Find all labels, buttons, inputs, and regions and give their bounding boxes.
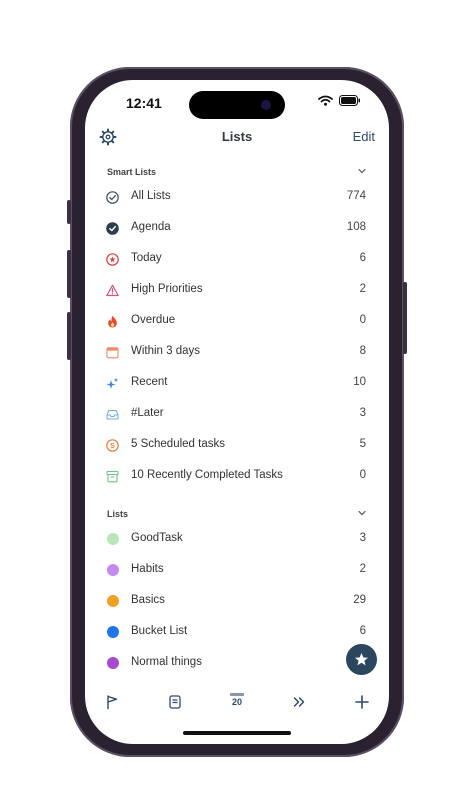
flame-icon	[108, 315, 117, 328]
checkmark-circle-outline-icon	[106, 191, 119, 204]
list-label: 10 Recently Completed Tasks	[131, 469, 283, 481]
list-label: Today	[131, 252, 162, 264]
list-color-dot	[107, 595, 119, 607]
list-item-basics[interactable]: Basics 29	[85, 586, 389, 617]
list-label: Bucket List	[131, 625, 188, 637]
list-color-dot	[107, 564, 119, 576]
action-button	[67, 200, 71, 224]
list-count: 10	[353, 376, 366, 388]
smart-list-overdue[interactable]: Overdue 0	[85, 306, 389, 337]
warning-triangle-icon	[106, 284, 119, 297]
list-color-dot	[107, 533, 119, 545]
list-label: Habits	[131, 563, 164, 575]
calendar-icon	[106, 347, 119, 359]
smart-list-agenda[interactable]: Agenda 108	[85, 213, 389, 244]
list-count: 108	[346, 221, 366, 233]
list-item-goodtask[interactable]: GoodTask 3	[85, 524, 389, 555]
scheduled-circle-icon: S	[106, 439, 119, 452]
list-label: #Later	[131, 407, 164, 419]
list-label: Within 3 days	[131, 345, 201, 357]
plus-icon[interactable]	[354, 694, 370, 710]
smart-list-high-priorities[interactable]: High Priorities 2	[85, 275, 389, 306]
list-count: 3	[359, 407, 366, 419]
star-icon	[355, 653, 368, 666]
list-count: 8	[359, 345, 366, 357]
list-count: 3	[359, 532, 366, 544]
list-label: Basics	[131, 594, 165, 606]
dynamic-island	[189, 91, 285, 119]
list-label: Agenda	[131, 221, 171, 233]
edit-button[interactable]: Edit	[353, 129, 375, 144]
list-count: 6	[359, 625, 366, 637]
list-count: 5	[359, 438, 366, 450]
list-count: 774	[346, 190, 366, 202]
navigation-bar: Lists Edit	[85, 126, 389, 150]
list-label: Overdue	[131, 314, 176, 326]
list-label: 5 Scheduled tasks	[131, 438, 225, 450]
calendar-day-tab[interactable]: 20	[229, 693, 245, 710]
list-item-bucket-list[interactable]: Bucket List 6	[85, 617, 389, 648]
list-count: 0	[359, 314, 366, 326]
note-icon[interactable]	[167, 694, 183, 710]
sparkles-icon	[106, 377, 119, 389]
smart-list-later[interactable]: #Later 3	[85, 399, 389, 430]
list-label: Normal things	[131, 656, 202, 668]
smart-list-within-3-days[interactable]: Within 3 days 8	[85, 337, 389, 368]
smart-list-today[interactable]: Today 6	[85, 244, 389, 275]
list-label: High Priorities	[131, 283, 203, 295]
status-time: 12:41	[126, 95, 162, 111]
list-label: Recent	[131, 376, 168, 388]
page-title: Lists	[221, 129, 253, 144]
smart-list-recently-completed[interactable]: 10 Recently Completed Tasks 0	[85, 461, 389, 492]
power-button	[403, 282, 407, 354]
chevron-down-icon[interactable]	[357, 508, 367, 518]
list-count: 29	[353, 594, 366, 606]
chevrons-right-icon[interactable]	[291, 694, 307, 710]
archive-box-icon	[106, 470, 119, 483]
smart-list-scheduled-tasks[interactable]: S 5 Scheduled tasks 5	[85, 430, 389, 461]
list-count: 2	[359, 283, 366, 295]
list-count: 0	[359, 469, 366, 481]
status-icons	[318, 95, 361, 106]
smart-list-all-lists[interactable]: All Lists 774	[85, 182, 389, 213]
smart-lists-header[interactable]: Smart Lists	[107, 167, 156, 177]
list-color-dot	[107, 626, 119, 638]
lists-header[interactable]: Lists	[107, 509, 128, 519]
list-item-normal-things[interactable]: Normal things	[85, 648, 389, 679]
calendar-header-bar	[230, 693, 244, 696]
smart-list-recent[interactable]: Recent 10	[85, 368, 389, 399]
home-indicator[interactable]	[183, 731, 291, 735]
list-label: All Lists	[131, 190, 171, 202]
favorites-button[interactable]	[346, 644, 377, 675]
wifi-icon	[318, 95, 333, 106]
app-screen: 12:41 Lists Edit Smart Lists All Lists 7…	[85, 80, 389, 744]
list-color-dot	[107, 657, 119, 669]
list-count: 2	[359, 563, 366, 575]
flag-icon[interactable]	[104, 694, 120, 710]
volume-up-button	[67, 250, 71, 298]
tray-icon	[106, 409, 119, 420]
checkmark-circle-filled-icon	[106, 222, 119, 235]
list-label: GoodTask	[131, 532, 183, 544]
svg-text:S: S	[110, 443, 115, 450]
calendar-day-number: 20	[231, 697, 242, 707]
chevron-down-icon[interactable]	[357, 166, 367, 176]
battery-icon	[339, 95, 360, 106]
list-count: 6	[359, 252, 366, 264]
volume-down-button	[67, 312, 71, 360]
list-item-habits[interactable]: Habits 2	[85, 555, 389, 586]
star-circle-icon	[106, 253, 119, 266]
bottom-toolbar: 20	[85, 686, 389, 718]
